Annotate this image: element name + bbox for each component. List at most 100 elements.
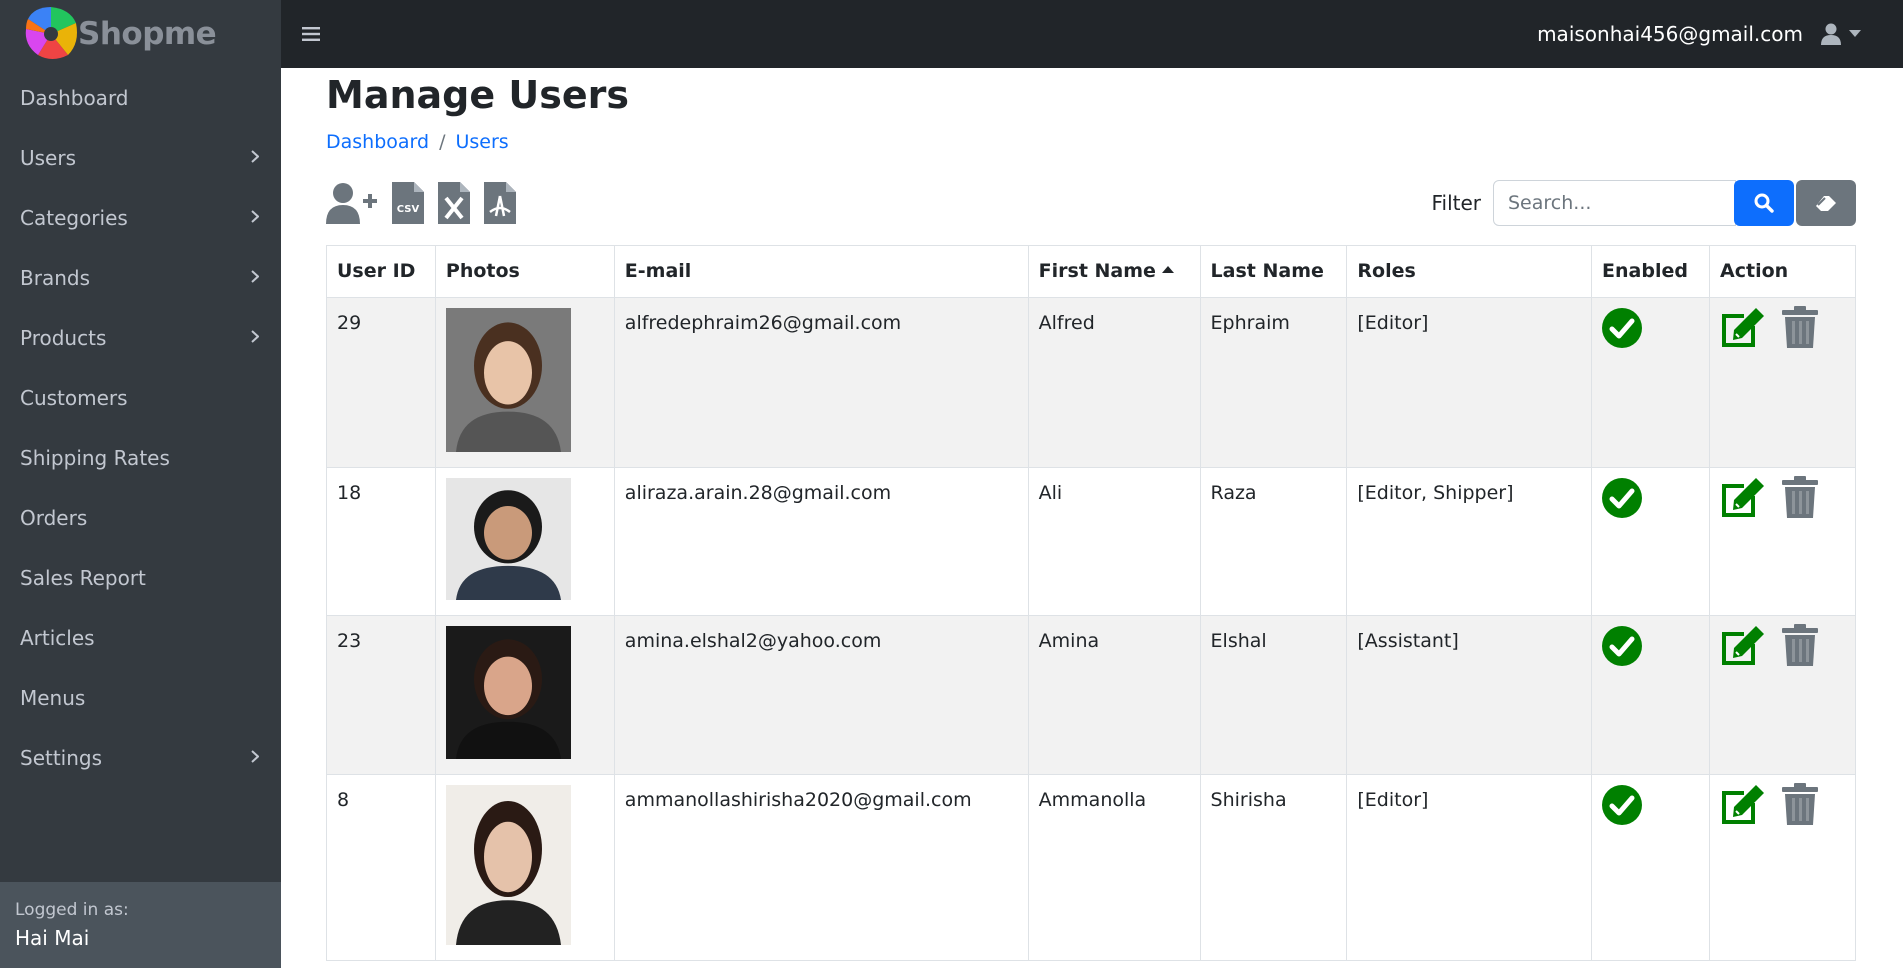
sidebar-item-label: Articles — [20, 626, 95, 650]
csv-file-icon[interactable]: CSV — [392, 182, 424, 224]
cell-first-name: Alfred — [1027, 297, 1201, 468]
sidebar-item-label: Settings — [20, 746, 103, 770]
cell-user-id: 23 — [326, 615, 436, 775]
menu-toggle-button[interactable] — [291, 14, 331, 54]
header-last-name[interactable]: Last Name — [1199, 245, 1348, 298]
table-row: 8 ammanollashirisha2020@gmail.com Ammanoll… — [326, 774, 1856, 961]
cell-first-name: Amina — [1027, 615, 1201, 775]
main-content: Manage Users Dashboard / Users CSV Filte… — [281, 68, 1903, 968]
sidebar-item-label: Categories — [20, 206, 128, 230]
sidebar-item-users[interactable]: Users — [0, 128, 281, 188]
sidebar-item-shipping-rates[interactable]: Shipping Rates — [0, 428, 281, 488]
sidebar-item-settings[interactable]: Settings — [0, 728, 281, 788]
cell-last-name: Shirisha — [1199, 774, 1348, 961]
logged-in-user[interactable]: Hai Mai — [15, 926, 266, 950]
sidebar-item-sales-report[interactable]: Sales Report — [0, 548, 281, 608]
sidebar-item-label: Shipping Rates — [20, 446, 170, 470]
cell-email: alfredephraim26@gmail.com — [613, 297, 1029, 468]
sidebar-item-brands[interactable]: Brands — [0, 248, 281, 308]
filter-label: Filter — [1431, 191, 1481, 215]
cell-action — [1709, 615, 1856, 775]
cell-action — [1709, 297, 1856, 468]
cell-email: aliraza.arain.28@gmail.com — [613, 467, 1029, 616]
breadcrumb: Dashboard / Users — [326, 131, 1903, 153]
brand-name: Shopme — [78, 16, 217, 52]
sidebar-item-customers[interactable]: Customers — [0, 368, 281, 428]
user-photo — [445, 478, 571, 605]
enabled-check-icon[interactable] — [1602, 626, 1643, 671]
cell-email: amina.elshal2@yahoo.com — [613, 615, 1029, 775]
table-row: 18 aliraza.arain.28@gmail.com Ali Raza [Edit… — [326, 467, 1856, 616]
trash-icon[interactable] — [1782, 306, 1819, 353]
header-email[interactable]: E-mail — [613, 245, 1029, 298]
sidebar-item-orders[interactable]: Orders — [0, 488, 281, 548]
trash-icon[interactable] — [1782, 783, 1819, 830]
edit-icon[interactable] — [1720, 476, 1766, 523]
header-roles: Roles — [1346, 245, 1593, 298]
sidebar-item-label: Dashboard — [20, 86, 129, 110]
logged-in-label: Logged in as: — [15, 900, 129, 920]
clear-filter-button[interactable] — [1796, 180, 1856, 226]
cell-roles: [Editor] — [1346, 774, 1593, 961]
cell-enabled — [1591, 615, 1711, 775]
brand[interactable]: Shopme — [0, 0, 281, 68]
excel-file-icon[interactable] — [438, 182, 470, 224]
user-email[interactable]: maisonhai456@gmail.com — [1537, 22, 1803, 46]
search-input[interactable] — [1493, 180, 1736, 226]
brand-logo — [20, 3, 82, 65]
breadcrumb-dashboard-link[interactable]: Dashboard — [326, 131, 429, 153]
sidebar-nav: Dashboard Users Categories Brands Products Cu… — [0, 68, 281, 788]
sidebar-item-label: Products — [20, 326, 107, 350]
sidebar-item-menus[interactable]: Menus — [0, 668, 281, 728]
user-icon — [1821, 23, 1841, 45]
trash-icon[interactable] — [1782, 476, 1819, 523]
edit-icon[interactable] — [1720, 783, 1766, 830]
cell-user-id: 8 — [326, 774, 436, 961]
search-button[interactable] — [1734, 180, 1794, 226]
pdf-file-icon[interactable] — [484, 182, 516, 224]
topbar: maisonhai456@gmail.com — [281, 0, 1903, 68]
table-header-row: User ID Photos E-mail First Name Last Na… — [326, 245, 1856, 298]
caret-down-icon — [1849, 30, 1861, 37]
add-user-icon[interactable] — [326, 182, 378, 224]
user-photo — [445, 308, 571, 457]
cell-roles: [Editor, Shipper] — [1346, 467, 1593, 616]
enabled-check-icon[interactable] — [1602, 478, 1643, 523]
cell-user-id: 29 — [326, 297, 436, 468]
sidebar-item-dashboard[interactable]: Dashboard — [0, 68, 281, 128]
sidebar-item-products[interactable]: Products — [0, 308, 281, 368]
table-row: 23 amina.elshal2@yahoo.com Amina Elshal [Ass… — [326, 615, 1856, 775]
svg-text:CSV: CSV — [397, 204, 420, 215]
sidebar-item-categories[interactable]: Categories — [0, 188, 281, 248]
page-title: Manage Users — [326, 73, 629, 117]
enabled-check-icon[interactable] — [1602, 308, 1643, 353]
edit-icon[interactable] — [1720, 306, 1766, 353]
header-enabled[interactable]: Enabled — [1591, 245, 1711, 298]
breadcrumb-users-link[interactable]: Users — [456, 131, 509, 153]
cell-action — [1709, 774, 1856, 961]
sort-ascending-icon — [1161, 266, 1174, 273]
sidebar-footer: Logged in as: Hai Mai — [0, 882, 281, 968]
cell-photo — [434, 467, 615, 616]
sidebar-item-label: Customers — [20, 386, 128, 410]
header-user-id[interactable]: User ID — [326, 245, 436, 298]
header-first-name[interactable]: First Name — [1027, 245, 1201, 298]
cell-enabled — [1591, 467, 1711, 616]
header-action: Action — [1709, 245, 1856, 298]
edit-icon[interactable] — [1720, 624, 1766, 671]
chevron-right-icon — [251, 149, 260, 167]
enabled-check-icon[interactable] — [1602, 785, 1643, 830]
hamburger-icon — [302, 27, 320, 41]
breadcrumb-separator: / — [439, 131, 446, 153]
sidebar-item-label: Brands — [20, 266, 90, 290]
table-row: 29 alfredephraim26@gmail.com Alfred Ephraim… — [326, 297, 1856, 468]
sidebar-item-label: Sales Report — [20, 566, 146, 590]
user-photo — [445, 626, 571, 764]
sidebar-item-articles[interactable]: Articles — [0, 608, 281, 668]
trash-icon[interactable] — [1782, 624, 1819, 671]
cell-email: ammanollashirisha2020@gmail.com — [613, 774, 1029, 961]
cell-photo — [434, 774, 615, 961]
cell-user-id: 18 — [326, 467, 436, 616]
user-menu-dropdown[interactable] — [1821, 23, 1861, 45]
cell-photo — [434, 615, 615, 775]
